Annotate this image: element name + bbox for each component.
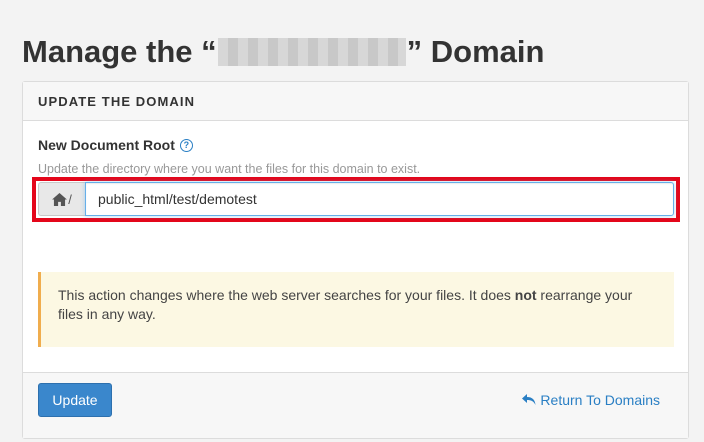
update-domain-panel: UPDATE THE DOMAIN New Document Root ? Up… (22, 81, 689, 439)
redacted-domain-name (217, 38, 406, 66)
reply-arrow-icon (522, 394, 536, 405)
panel-heading: UPDATE THE DOMAIN (23, 82, 688, 121)
page-title-suffix: ” Domain (406, 34, 545, 69)
warning-notice: This action changes where the web server… (38, 272, 674, 347)
help-text: Update the directory where you want the … (38, 162, 421, 176)
document-root-input[interactable] (85, 182, 674, 216)
return-to-domains-link[interactable]: Return To Domains (522, 392, 660, 408)
panel-body: New Document Root ? Update the directory… (23, 121, 688, 373)
panel-footer: Update Return To Domains (23, 372, 688, 438)
path-prefix-slash: / (68, 191, 72, 207)
return-link-label: Return To Domains (540, 392, 660, 408)
page-title-prefix: Manage the “ (22, 34, 217, 69)
home-icon (52, 192, 68, 206)
document-root-input-group: / (38, 182, 674, 216)
question-circle-icon[interactable]: ? (179, 138, 193, 152)
notice-text-part1: This action changes where the web server… (58, 287, 515, 303)
document-root-label-text: New Document Root (38, 137, 175, 153)
path-prefix-addon: / (38, 182, 85, 216)
page-title: Manage the “ ” Domain (22, 34, 544, 70)
document-root-label: New Document Root ? (38, 137, 193, 153)
update-button[interactable]: Update (38, 383, 112, 417)
notice-text-bold: not (514, 287, 537, 303)
